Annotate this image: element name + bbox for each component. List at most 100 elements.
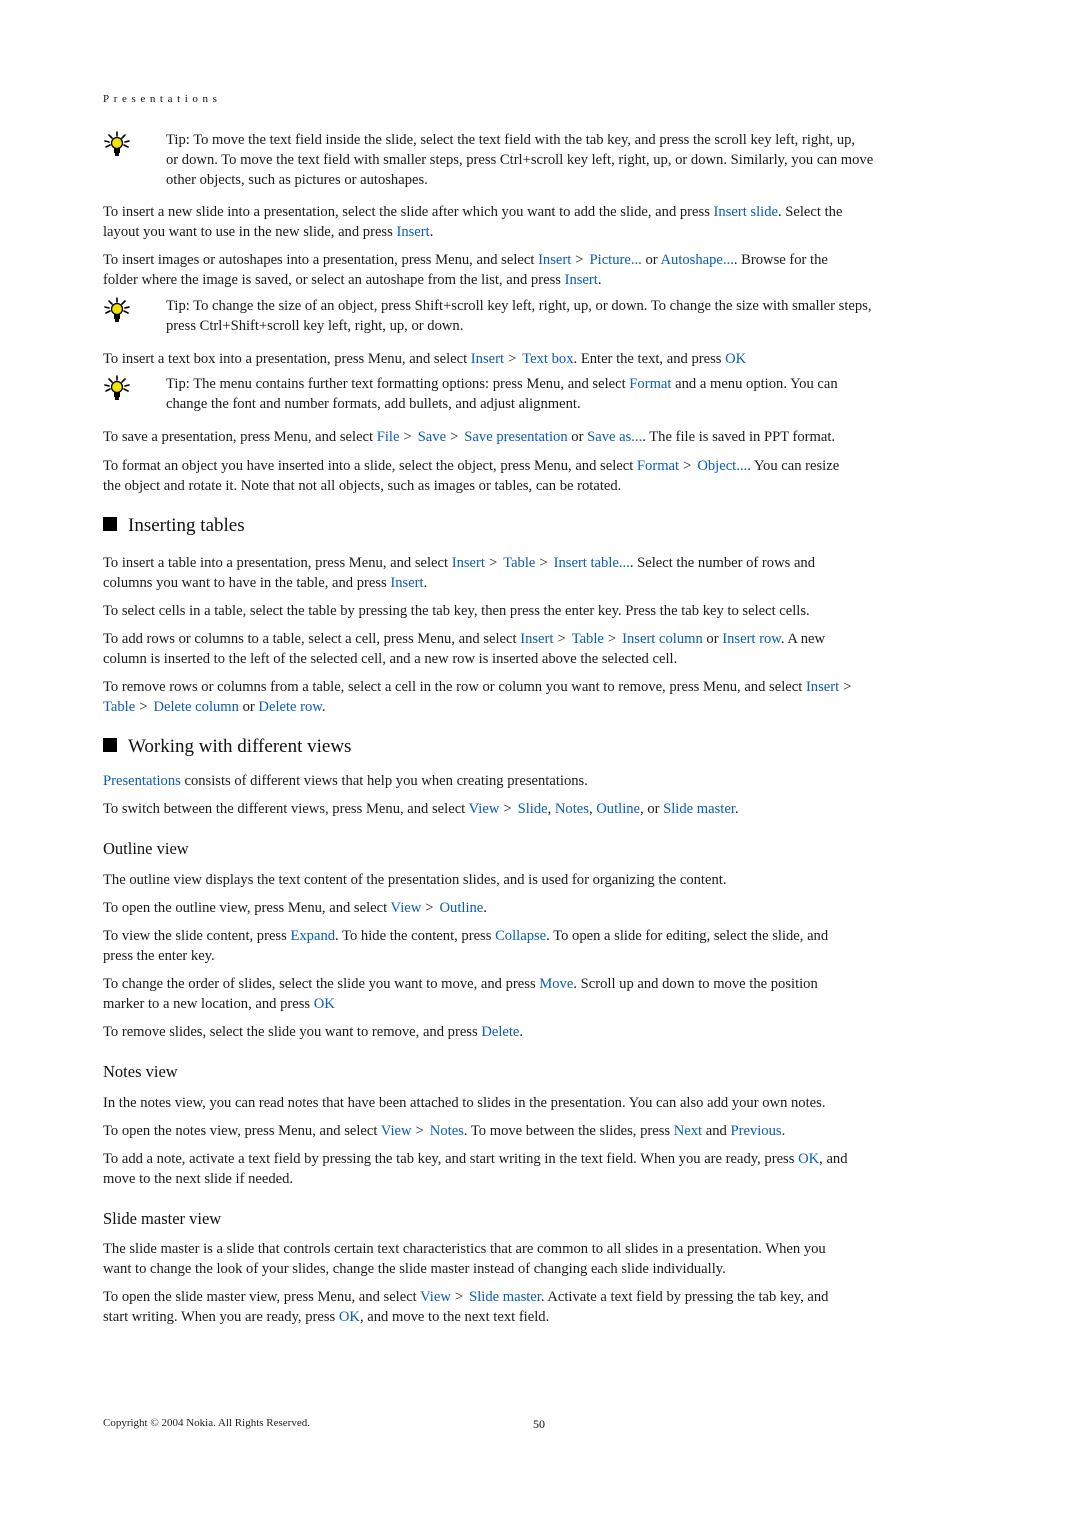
- link-delete-column[interactable]: Delete column: [153, 699, 239, 715]
- paragraph-outline-description: The outline view displays the text conte…: [103, 872, 727, 888]
- paragraph-insert-slide: To insert a new slide into a presentatio…: [103, 204, 843, 240]
- paragraph-open-slide-master: To open the slide master view, press Men…: [103, 1289, 829, 1325]
- link-table[interactable]: Table: [503, 555, 535, 571]
- paragraph-save-presentation: To save a presentation, press Menu, and …: [103, 429, 836, 445]
- menu-path-separator: >: [607, 631, 617, 647]
- link-insert[interactable]: Insert: [390, 575, 423, 591]
- menu-path-separator: >: [843, 679, 852, 695]
- link-view[interactable]: View: [469, 801, 500, 817]
- link-slide-master[interactable]: Slide master: [469, 1289, 541, 1305]
- lightbulb-tip-icon: [104, 131, 130, 157]
- link-insert[interactable]: Insert: [806, 679, 839, 695]
- paragraph-remove-rows-columns: To remove rows or columns from a table, …: [103, 679, 852, 715]
- link-notes[interactable]: Notes: [430, 1123, 464, 1139]
- link-view[interactable]: View: [381, 1123, 412, 1139]
- link-file[interactable]: File: [377, 429, 400, 445]
- link-view[interactable]: View: [420, 1289, 451, 1305]
- link-insert[interactable]: Insert: [538, 252, 571, 268]
- square-bullet-icon: [103, 517, 117, 531]
- link-insert[interactable]: Insert: [452, 555, 485, 571]
- link-collapse[interactable]: Collapse: [495, 928, 546, 944]
- paragraph-open-outline: To open the outline view, press Menu, an…: [103, 900, 487, 916]
- link-slide[interactable]: Slide: [518, 801, 548, 817]
- subheading-slide-master-view: Slide master view: [103, 1209, 222, 1228]
- link-ok[interactable]: OK: [339, 1309, 360, 1325]
- paragraph-insert-images: To insert images or autoshapes into a pr…: [103, 252, 828, 288]
- link-move[interactable]: Move: [539, 976, 573, 992]
- menu-path-separator: >: [454, 1289, 464, 1305]
- tip-label: Tip:: [166, 132, 190, 148]
- page-number: 50: [533, 1417, 545, 1431]
- link-previous[interactable]: Previous: [730, 1123, 781, 1139]
- paragraph-open-notes: To open the notes view, press Menu, and …: [103, 1123, 786, 1139]
- tip-label: Tip:: [166, 298, 190, 314]
- link-text-box[interactable]: Text box: [522, 351, 573, 367]
- subheading-outline-view: Outline view: [103, 839, 189, 858]
- paragraph-notes-description: In the notes view, you can read notes th…: [103, 1095, 826, 1111]
- menu-path-separator: >: [508, 351, 517, 367]
- link-insert[interactable]: Insert: [565, 272, 598, 288]
- link-insert[interactable]: Insert: [520, 631, 553, 647]
- menu-path-separator: >: [450, 429, 459, 445]
- link-insert-row[interactable]: Insert row: [722, 631, 781, 647]
- link-table[interactable]: Table: [572, 631, 604, 647]
- link-view[interactable]: View: [391, 900, 422, 916]
- link-insert[interactable]: Insert: [396, 224, 429, 240]
- paragraph-slide-master-description: The slide master is a slide that control…: [103, 1241, 826, 1277]
- tip-label: Tip:: [166, 376, 190, 392]
- paragraph-add-note: To add a note, activate a text field by …: [103, 1151, 848, 1187]
- menu-path-separator: >: [403, 429, 412, 445]
- subheading-notes-view: Notes view: [103, 1062, 178, 1081]
- section-heading-different-views: Working with different views: [103, 735, 351, 759]
- link-save-presentation[interactable]: Save presentation: [464, 429, 567, 445]
- link-next[interactable]: Next: [674, 1123, 702, 1139]
- paragraph-format-object: To format an object you have inserted in…: [103, 458, 840, 494]
- link-object[interactable]: Object...: [697, 458, 747, 474]
- link-ok[interactable]: OK: [725, 351, 746, 367]
- running-header: Presentations: [103, 93, 222, 105]
- paragraph-switch-views: To switch between the different views, p…: [103, 801, 739, 817]
- link-insert[interactable]: Insert: [471, 351, 504, 367]
- menu-path-separator: >: [683, 458, 692, 474]
- menu-path-separator: >: [539, 555, 548, 571]
- link-expand[interactable]: Expand: [290, 928, 335, 944]
- menu-path-separator: >: [425, 900, 434, 916]
- link-save-as[interactable]: Save as...: [587, 429, 642, 445]
- paragraph-insert-table: To insert a table into a presentation, p…: [103, 555, 816, 591]
- paragraph-change-order: To change the order of slides, select th…: [103, 976, 818, 1012]
- link-outline[interactable]: Outline: [440, 900, 484, 916]
- link-delete-row[interactable]: Delete row: [258, 699, 321, 715]
- menu-path-separator: >: [575, 252, 584, 268]
- lightbulb-tip-icon: [104, 297, 130, 323]
- menu-path-separator: >: [557, 631, 566, 647]
- link-outline[interactable]: Outline: [596, 801, 640, 817]
- link-format[interactable]: Format: [637, 458, 679, 474]
- footer-copyright: Copyright © 2004 Nokia. All Rights Reser…: [103, 1417, 310, 1429]
- menu-path-separator: >: [503, 801, 512, 817]
- link-autoshape[interactable]: Autoshape...: [660, 252, 733, 268]
- link-ok[interactable]: OK: [314, 996, 335, 1012]
- paragraph-expand-collapse: To view the slide content, press Expand.…: [103, 928, 829, 964]
- link-delete[interactable]: Delete: [481, 1024, 519, 1040]
- section-heading-inserting-tables: Inserting tables: [103, 514, 245, 538]
- square-bullet-icon: [103, 738, 117, 752]
- link-insert-column[interactable]: Insert column: [622, 631, 703, 647]
- link-table[interactable]: Table: [103, 699, 135, 715]
- paragraph-add-rows-columns: To add rows or columns to a table, selec…: [103, 631, 826, 667]
- paragraph-views-intro: Presentations consists of different view…: [103, 773, 588, 789]
- paragraph-remove-slides: To remove slides, select the slide you w…: [103, 1024, 524, 1040]
- link-presentations[interactable]: Presentations: [103, 773, 181, 789]
- link-notes[interactable]: Notes: [555, 801, 589, 817]
- link-ok[interactable]: OK: [798, 1151, 819, 1167]
- paragraph-insert-text-box: To insert a text box into a presentation…: [103, 351, 747, 367]
- link-format[interactable]: Format: [629, 376, 671, 392]
- link-insert-table[interactable]: Insert table...: [554, 555, 630, 571]
- lightbulb-tip-icon: [104, 375, 130, 401]
- paragraph-select-cells: To select cells in a table, select the t…: [103, 603, 810, 619]
- link-picture[interactable]: Picture...: [590, 252, 642, 268]
- link-insert-slide[interactable]: Insert slide: [714, 204, 778, 220]
- menu-path-separator: >: [139, 699, 148, 715]
- menu-path-separator: >: [488, 555, 498, 571]
- link-slide-master[interactable]: Slide master: [663, 801, 735, 817]
- link-save[interactable]: Save: [418, 429, 446, 445]
